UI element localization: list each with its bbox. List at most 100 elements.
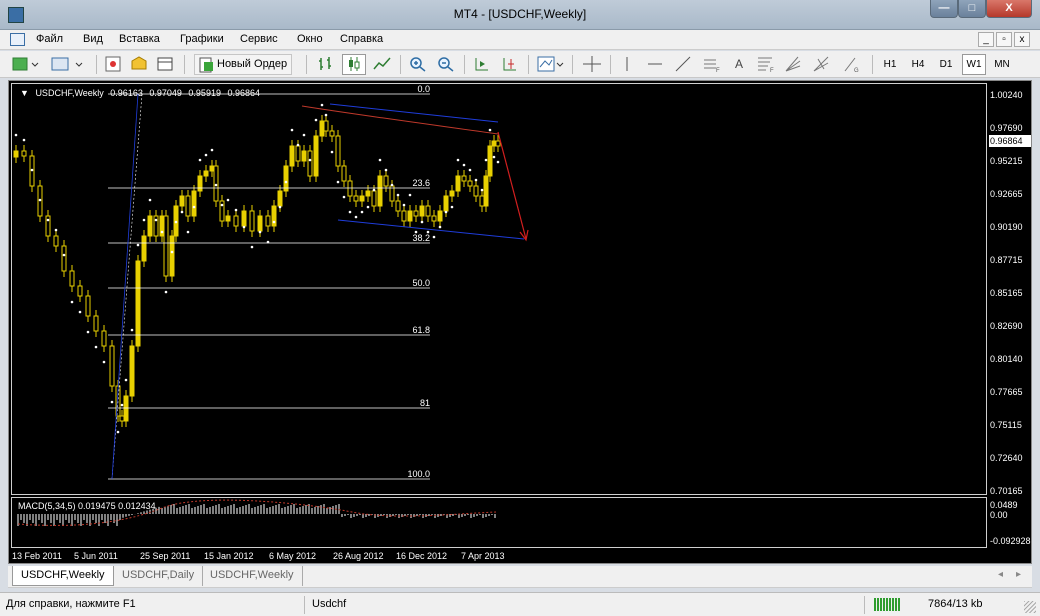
candle-body: [407, 210, 413, 222]
candle-body: [319, 120, 325, 137]
chart-menu-icon[interactable]: ▼: [20, 88, 29, 98]
indicators-icon[interactable]: [534, 54, 566, 75]
candle-body: [449, 190, 455, 197]
sar-dot: [432, 235, 436, 239]
candle-body: [225, 215, 231, 222]
vertical-line-icon[interactable]: [616, 54, 638, 75]
sar-dot: [120, 403, 124, 407]
tab-usdchf-weekly[interactable]: USDCHF,Weekly: [12, 566, 114, 586]
sar-dot: [30, 168, 34, 172]
candle-body: [377, 175, 383, 207]
navigator-icon[interactable]: [128, 54, 150, 75]
candle-body: [93, 315, 99, 332]
mdi-minimize-button[interactable]: _: [978, 32, 994, 47]
tab-usdchf-daily[interactable]: USDCHF,Daily: [114, 566, 204, 586]
menu-charts[interactable]: Графики: [180, 33, 224, 45]
sar-dot: [174, 220, 178, 224]
equidistant-channel-icon[interactable]: F: [700, 54, 724, 75]
sar-dot: [438, 225, 442, 229]
sar-dot: [336, 180, 340, 184]
sar-dot: [296, 143, 300, 147]
price-chart[interactable]: 0.0 23.6 38.2 50.0 61.8 81 100.0 ▼ USDCHF,Week…: [11, 83, 987, 495]
candle-body: [371, 190, 377, 207]
sar-dot: [148, 198, 152, 202]
gann-icon[interactable]: G: [840, 54, 864, 75]
macd-plot[interactable]: [12, 498, 986, 547]
menu-insert[interactable]: Вставка: [119, 33, 160, 45]
status-profile: Usdchf: [312, 598, 347, 610]
candle-body: [53, 235, 59, 247]
menu-bar: Файл Вид Вставка Графики Сервис Окно Спр…: [0, 30, 1040, 50]
sar-dot: [330, 150, 334, 154]
svg-text:F: F: [716, 68, 720, 73]
candle-body: [13, 150, 19, 158]
window-minimize-button[interactable]: —: [930, 0, 958, 18]
timeframe-mn-button[interactable]: MN: [990, 54, 1014, 75]
macd-label: MACD(5,34,5): [18, 501, 76, 511]
sar-dot: [234, 208, 238, 212]
market-watch-icon[interactable]: [102, 54, 124, 75]
tab-scroll-right-icon[interactable]: ▸: [1016, 569, 1021, 580]
menu-file[interactable]: Файл: [36, 33, 63, 45]
candle-body: [69, 270, 75, 287]
chart-shift-icon[interactable]: [498, 54, 522, 75]
sar-dot: [480, 188, 484, 192]
tab-scroll-left-icon[interactable]: ◂: [998, 569, 1003, 580]
window-maximize-button[interactable]: □: [958, 0, 986, 18]
fibonacci-retracement-icon[interactable]: F: [754, 54, 778, 75]
status-bar: Для справки, нажмите F1 Usdchf 7864/13 k…: [0, 592, 1040, 616]
sar-dot: [360, 210, 364, 214]
price-plot[interactable]: 0.0 23.6 38.2 50.0 61.8 81 100.0: [12, 84, 986, 494]
trendline-icon[interactable]: [672, 54, 694, 75]
line-chart-icon[interactable]: [370, 54, 394, 75]
zoom-in-icon[interactable]: [406, 54, 430, 75]
autoscroll-icon[interactable]: [470, 54, 494, 75]
candlestick-icon[interactable]: [342, 54, 366, 75]
candle-body: [203, 170, 209, 177]
text-icon[interactable]: A: [728, 54, 750, 75]
profiles-icon[interactable]: [46, 54, 90, 75]
zoom-out-icon[interactable]: [434, 54, 458, 75]
new-order-button[interactable]: Новый Ордер: [194, 54, 293, 75]
macd-signal-value: 0.012434: [118, 501, 156, 511]
fib-level-label: 23.6: [412, 178, 430, 188]
mdi-restore-button[interactable]: ▫: [996, 32, 1012, 47]
mdi-close-button[interactable]: x: [1014, 32, 1030, 47]
menu-view[interactable]: Вид: [83, 33, 103, 45]
candle-body: [241, 210, 247, 227]
menu-help[interactable]: Справка: [340, 33, 383, 45]
timeframe-h4-button[interactable]: H4: [906, 54, 930, 75]
bar-chart-icon[interactable]: [314, 54, 338, 75]
crosshair-icon[interactable]: [580, 54, 604, 75]
fibonacci-fan-icon[interactable]: [782, 54, 806, 75]
candle-body: [141, 235, 147, 262]
macd-panel[interactable]: MACD(5,34,5) 0.019475 0.012434: [11, 497, 987, 548]
sar-dot: [170, 250, 174, 254]
timeframe-d1-button[interactable]: D1: [934, 54, 958, 75]
window-close-button[interactable]: X: [986, 0, 1032, 18]
terminal-icon[interactable]: [154, 54, 176, 75]
sar-dot: [46, 218, 50, 222]
window-title: MT4 - [USDCHF,Weekly]: [453, 7, 587, 21]
sar-dot: [324, 113, 328, 117]
candle-body: [147, 215, 153, 237]
tab-usdchf-weekly-2[interactable]: USDCHF,Weekly: [202, 566, 303, 586]
fibonacci-arcs-icon[interactable]: [810, 54, 834, 75]
menu-tools[interactable]: Сервис: [240, 33, 278, 45]
sar-dot: [314, 118, 318, 122]
menu-window[interactable]: Окно: [297, 33, 323, 45]
fib-level-label: 38.2: [412, 233, 430, 243]
horizontal-line-icon[interactable]: [644, 54, 666, 75]
connection-bars-icon: [874, 598, 900, 611]
new-chart-icon[interactable]: [8, 54, 42, 75]
fib-level-label: 0.0: [417, 84, 430, 94]
timeframe-w1-button[interactable]: W1: [962, 54, 986, 75]
candle-body: [323, 120, 329, 132]
chart-window[interactable]: 0.0 23.6 38.2 50.0 61.8 81 100.0 ▼ USDCHF,Week…: [8, 80, 1032, 564]
time-axis-label: 7 Apr 2013: [461, 551, 505, 561]
svg-text:G: G: [854, 68, 859, 73]
resize-grip-icon[interactable]: [1024, 601, 1036, 613]
candle-body: [495, 140, 501, 147]
timeframe-h1-button[interactable]: H1: [878, 54, 902, 75]
status-help-text: Для справки, нажмите F1: [6, 598, 136, 610]
